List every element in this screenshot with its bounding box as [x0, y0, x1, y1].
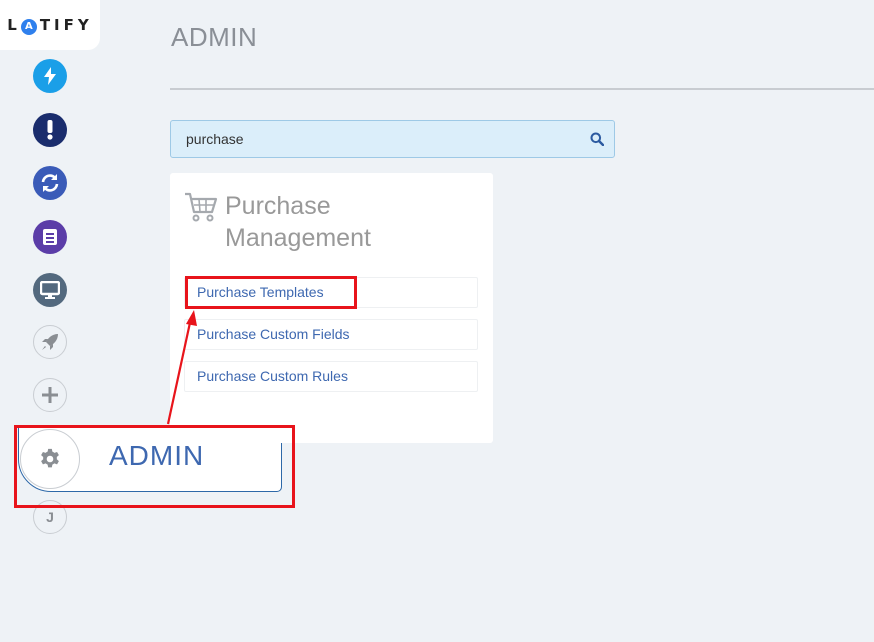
user-initial: J: [46, 509, 54, 525]
plus-icon: [42, 387, 58, 403]
lightning-icon: [44, 67, 56, 85]
link-purchase-custom-fields[interactable]: Purchase Custom Fields: [184, 319, 478, 350]
search-input[interactable]: [171, 121, 571, 157]
nav-rocket-button[interactable]: [33, 325, 67, 359]
nav-monitor-button[interactable]: [33, 273, 67, 307]
link-purchase-custom-rules[interactable]: Purchase Custom Rules: [184, 361, 478, 392]
exclamation-icon: [47, 120, 53, 140]
link-purchase-templates[interactable]: Purchase Templates: [184, 277, 478, 308]
nav-alert-button[interactable]: [33, 113, 67, 147]
purchase-management-card: Purchase Management Purchase Templates P…: [170, 173, 493, 443]
logo-letter-a: A: [20, 18, 37, 35]
title-divider: [170, 88, 874, 90]
book-icon: [43, 229, 57, 245]
rocket-icon: [42, 334, 58, 350]
shopping-cart-icon: [185, 192, 218, 222]
logo: L A TIFY: [0, 0, 100, 50]
card-title: Purchase Management: [225, 190, 475, 254]
logo-text: L A TIFY: [7, 15, 93, 35]
nav-admin-label[interactable]: ADMIN: [109, 440, 204, 472]
search-bar: [170, 120, 615, 158]
card-title-line2: Management: [225, 224, 371, 252]
nav-add-button[interactable]: [33, 378, 67, 412]
page-title: ADMIN: [171, 22, 258, 52]
card-title-line1: Purchase: [225, 192, 331, 220]
refresh-icon: [41, 174, 59, 192]
nav-user-button[interactable]: J: [33, 500, 67, 534]
nav-refresh-button[interactable]: [33, 166, 67, 200]
nav-book-button[interactable]: [33, 220, 67, 254]
monitor-icon: [40, 281, 60, 299]
search-icon[interactable]: [590, 132, 604, 146]
nav-lightning-button[interactable]: [33, 59, 67, 93]
nav-admin-button[interactable]: [20, 429, 80, 489]
gear-icon: [41, 448, 59, 468]
